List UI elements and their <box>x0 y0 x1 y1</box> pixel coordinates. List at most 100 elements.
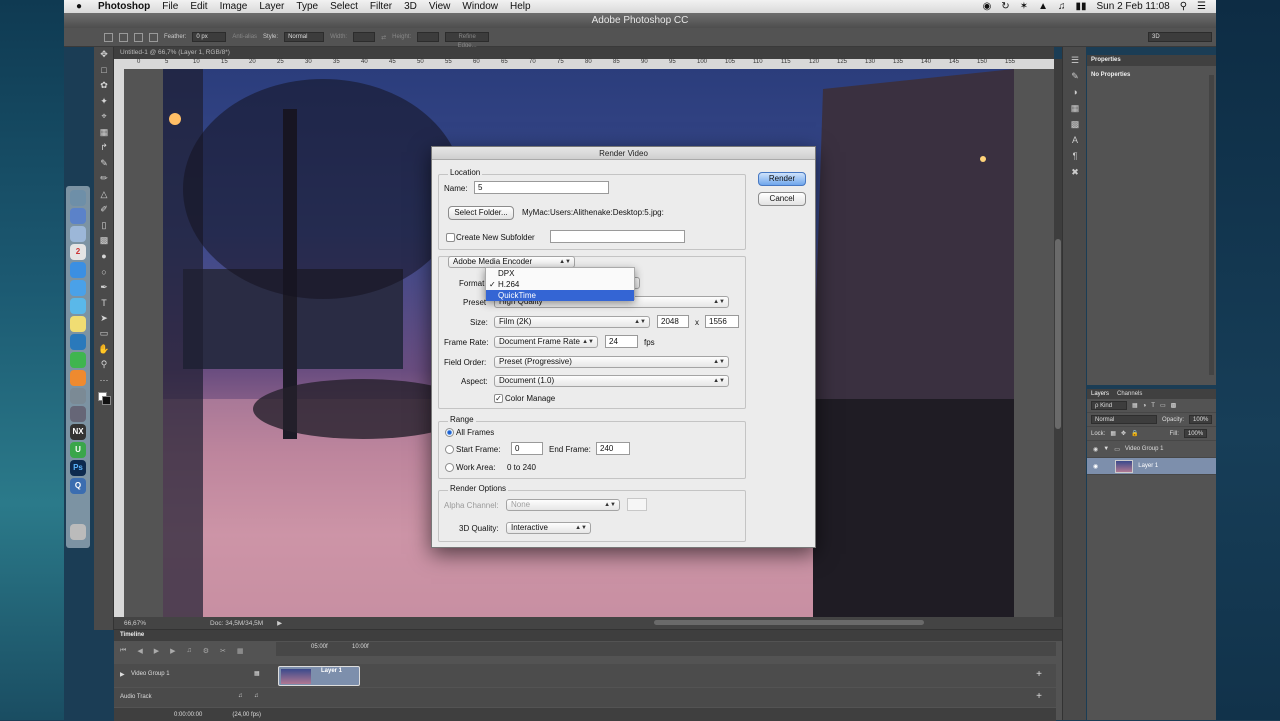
shape-tool-icon[interactable]: ▭ <box>94 326 114 342</box>
current-timecode[interactable]: 0:00:00:00 <box>174 712 202 718</box>
subfolder-field[interactable] <box>550 230 685 243</box>
menu-filter[interactable]: Filter <box>370 1 392 12</box>
render-button[interactable]: Render <box>758 172 806 186</box>
apple-icon[interactable]: ● <box>76 1 88 12</box>
background-color[interactable] <box>102 396 111 405</box>
lasso-tool-icon[interactable]: ✿ <box>94 78 114 94</box>
blur-tool-icon[interactable]: ● <box>94 249 114 265</box>
document-tab[interactable]: Untitled-1 @ 66,7% (Layer 1, RGB/8*) <box>114 47 1054 59</box>
facetime-icon[interactable] <box>70 352 86 368</box>
styles-icon[interactable]: ▦ <box>1063 103 1087 119</box>
time-machine-icon[interactable]: ↻ <box>1001 1 1009 12</box>
mute-icon[interactable]: ♫ <box>186 647 191 655</box>
format-option-h264[interactable]: ✓ H.264 <box>486 279 634 290</box>
filter-smart-icon[interactable]: ▩ <box>1171 402 1177 409</box>
menu-photoshop[interactable]: Photoshop <box>98 1 150 12</box>
all-frames-radio[interactable] <box>445 428 454 437</box>
filter-adjust-icon[interactable]: ◑ <box>1143 403 1147 409</box>
format-option-quicktime[interactable]: QuickTime <box>486 290 634 301</box>
height-field[interactable]: 1556 <box>705 315 739 328</box>
audio-volume-icon[interactable]: ♫ <box>238 693 243 699</box>
add-selection-icon[interactable] <box>119 32 128 42</box>
itunes-icon[interactable] <box>70 334 86 350</box>
video-track[interactable]: ▶ Video Group 1 ▦ Layer 1 + <box>114 664 1056 687</box>
battery-icon[interactable]: ▮▮ <box>1075 1 1086 12</box>
menu-help[interactable]: Help <box>510 1 531 12</box>
preferences-icon[interactable] <box>70 388 86 404</box>
clone-stamp-icon[interactable]: △ <box>94 187 114 203</box>
dodge-tool-icon[interactable]: ○ <box>94 264 114 280</box>
zoom-level[interactable]: 66,67% <box>124 620 146 627</box>
size-select[interactable]: Film (2K) ▲▼ <box>494 316 650 328</box>
tools-preset-icon[interactable]: ✖ <box>1063 167 1087 183</box>
subtract-selection-icon[interactable] <box>134 32 143 42</box>
new-selection-icon[interactable] <box>104 32 113 42</box>
adjustments-icon[interactable]: ◑ <box>1063 87 1087 103</box>
vertical-scroll-thumb[interactable] <box>1055 239 1061 429</box>
menu-type[interactable]: Type <box>296 1 318 12</box>
opacity-input[interactable]: 100% <box>1189 415 1213 424</box>
messages-icon[interactable] <box>70 298 86 314</box>
end-frame-field[interactable]: 240 <box>596 442 630 455</box>
frame-tool-icon[interactable]: ▦ <box>94 125 114 141</box>
prev-frame-icon[interactable]: ◀ <box>137 647 142 655</box>
visibility-eye-icon[interactable]: ◉ <box>1093 463 1098 470</box>
subfolder-checkbox[interactable] <box>446 233 455 242</box>
layer-group-row[interactable]: ◉ ▼ ▭ Video Group 1 <box>1087 441 1216 458</box>
style-select[interactable]: Normal <box>284 32 325 42</box>
marquee-tool-icon[interactable]: □ <box>94 63 114 79</box>
healing-brush-icon[interactable]: ✎ <box>94 156 114 172</box>
pen-tool-icon[interactable]: ✒ <box>94 280 114 296</box>
menu-select[interactable]: Select <box>330 1 358 12</box>
history-brush-icon[interactable]: ✐ <box>94 202 114 218</box>
status-arrow-icon[interactable]: ▶ <box>277 619 282 627</box>
gradient-tool-icon[interactable]: ▩ <box>94 233 114 249</box>
menu-image[interactable]: Image <box>220 1 248 12</box>
swatches-icon[interactable]: ▩ <box>1063 119 1087 135</box>
move-tool-icon[interactable]: ✥ <box>94 47 114 63</box>
fill-input[interactable]: 100% <box>1183 429 1208 438</box>
video-clip[interactable]: Layer 1 <box>278 666 360 686</box>
name-field[interactable]: 5 <box>474 181 609 194</box>
layer-row-selected[interactable]: ◉ Layer 1 <box>1087 458 1216 475</box>
height-input[interactable] <box>417 32 440 42</box>
trash-icon[interactable] <box>70 524 86 540</box>
filter-type-icon[interactable]: T <box>1151 403 1155 409</box>
crop-tool-icon[interactable]: ⌖ <box>94 109 114 125</box>
brush-tool-icon[interactable]: ✏ <box>94 171 114 187</box>
finder-icon[interactable] <box>70 190 86 206</box>
path-select-icon[interactable]: ➤ <box>94 311 114 327</box>
play-icon[interactable]: ▶ <box>154 647 159 655</box>
track-options-icon[interactable]: ▦ <box>254 670 260 677</box>
character-icon[interactable]: A <box>1063 135 1087 151</box>
menu-window[interactable]: Window <box>462 1 498 12</box>
intersect-selection-icon[interactable] <box>149 32 158 42</box>
bluetooth-icon[interactable]: ✶ <box>1020 1 1028 12</box>
track-expand-icon[interactable]: ▶ <box>120 671 125 678</box>
visibility-eye-icon[interactable]: ◉ <box>1093 446 1098 453</box>
fps-field[interactable]: 24 <box>605 335 638 348</box>
format-option-dpx[interactable]: DPX <box>486 268 634 279</box>
more-tools-icon[interactable]: ⋯ <box>94 373 114 389</box>
appstore-icon[interactable] <box>70 280 86 296</box>
refine-edge-button[interactable]: Refine Edge... <box>445 32 490 49</box>
frame-rate-select[interactable]: Document Frame Rate ▲▼ <box>494 336 598 348</box>
safari-icon[interactable] <box>70 262 86 278</box>
tab-layers[interactable]: Layers <box>1091 389 1109 399</box>
notes-icon[interactable] <box>70 316 86 332</box>
work-area-radio[interactable] <box>445 463 454 472</box>
quick-select-icon[interactable]: ✦ <box>94 94 114 110</box>
eraser-icon[interactable]: ▯ <box>94 218 114 234</box>
vertical-scrollbar[interactable] <box>1054 59 1062 617</box>
hand-tool-icon[interactable]: ✋ <box>94 342 114 358</box>
disclosure-triangle-icon[interactable]: ▼ <box>1103 446 1109 452</box>
add-media-icon[interactable]: + <box>1036 669 1042 680</box>
horizontal-scroll-thumb[interactable] <box>654 620 924 625</box>
paragraph-icon[interactable]: ¶ <box>1063 151 1087 167</box>
go-first-icon[interactable]: ⏮ <box>120 647 126 655</box>
next-frame-icon[interactable]: ▶ <box>170 647 175 655</box>
menu-layer[interactable]: Layer <box>259 1 284 12</box>
lock-position-icon[interactable]: ✥ <box>1121 430 1126 437</box>
select-folder-button[interactable]: Select Folder... <box>448 206 514 220</box>
type-tool-icon[interactable]: T <box>94 295 114 311</box>
